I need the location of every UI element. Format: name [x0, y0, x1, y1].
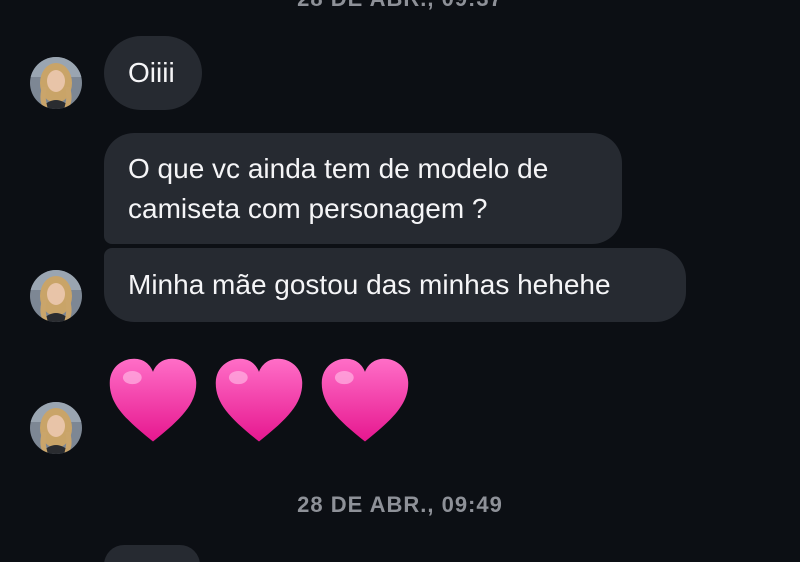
message-bubble-partial[interactable] [104, 545, 200, 562]
pink-heart-icon [106, 355, 200, 449]
message-timestamp-top: 28 DE ABR., 09:37 [0, 0, 800, 12]
pink-heart-icon [212, 355, 306, 449]
pink-heart-icon [318, 355, 412, 449]
message-text: Oiiii [128, 57, 175, 88]
message-timestamp: 28 DE ABR., 09:49 [297, 492, 503, 517]
message-bubble[interactable]: O que vc ainda tem de modelo de camiseta… [104, 133, 622, 244]
message-text-line: O que vc ainda tem de modelo de [128, 153, 549, 184]
avatar[interactable] [30, 402, 82, 454]
chat-screen: 28 DE ABR., 09:37 Oiiii O que vc ainda t… [0, 0, 800, 562]
message-bubble[interactable]: Oiiii [104, 36, 202, 110]
avatar[interactable] [30, 57, 82, 109]
message-text-line: camiseta com personagem ? [128, 193, 488, 224]
message-bubble[interactable]: Minha mãe gostou das minhas hehehe [104, 248, 686, 322]
emoji-message[interactable] [106, 355, 412, 449]
avatar-photo-icon [30, 270, 82, 322]
avatar[interactable] [30, 270, 82, 322]
avatar-photo-icon [30, 57, 82, 109]
message-text: Minha mãe gostou das minhas hehehe [128, 269, 611, 300]
avatar-photo-icon [30, 402, 82, 454]
